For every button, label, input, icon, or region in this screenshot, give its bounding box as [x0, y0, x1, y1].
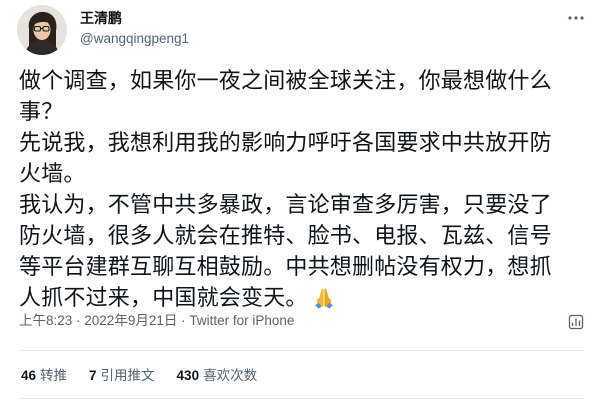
tweet-text-line: 先说我，我想利用我的影响力呼吁各国要求中共放开防	[19, 131, 552, 156]
tweet-text-line: 防火墙，很多人就会在推特、脸书、电报、瓦兹、信号	[19, 224, 552, 249]
tweet-stats: 46 转推 7 引用推文 430 喜欢次数	[21, 367, 279, 385]
tweet-meta: 上午8:23 · 2022年9月21日 · Twitter for iPhone	[19, 312, 294, 330]
retweets-count: 46	[21, 368, 37, 383]
tweet-text-line: 等平台建群互聊互相鼓励。中共想删帖没有权力，想抓	[19, 255, 552, 280]
tweet-text-line: 我认为，不管中共多暴政，言论审查多厉害，只要没了	[19, 193, 552, 218]
user-handle[interactable]: @wangqingpeng1	[80, 30, 189, 48]
avatar[interactable]	[17, 5, 67, 55]
tweet-text-line: 事？	[19, 100, 64, 125]
tweet-text-line: 做个调查，如果你一夜之间被全球关注，你最想做什么	[19, 69, 552, 94]
more-horizontal-icon[interactable]	[566, 8, 586, 28]
tweet-text-line: 火墙。	[19, 162, 86, 187]
tweet-text-line-content: 人抓不过来，中国就会变天。	[19, 286, 308, 311]
retweets-label: 转推	[40, 368, 68, 383]
divider	[19, 350, 585, 351]
likes-count: 430	[176, 368, 200, 383]
tweet-text: 做个调查，如果你一夜之间被全球关注，你最想做什么 事？ 先说我，我想利用我的影响…	[19, 66, 587, 318]
quote-tweets-stat[interactable]: 7 引用推文	[89, 367, 155, 385]
divider	[19, 398, 585, 399]
tweet-time[interactable]: 上午8:23	[19, 313, 72, 328]
folded-hands-emoji-icon	[312, 285, 336, 318]
quote-tweets-label: 引用推文	[100, 368, 155, 383]
quote-tweets-count: 7	[89, 368, 97, 383]
likes-label: 喜欢次数	[203, 368, 258, 383]
tweet-date[interactable]: 2022年9月21日	[84, 313, 177, 328]
likes-stat[interactable]: 430 喜欢次数	[177, 367, 258, 385]
retweets-stat[interactable]: 46 转推	[21, 367, 67, 385]
display-name[interactable]: 王清鹏	[80, 10, 122, 28]
meta-separator: ·	[72, 313, 85, 328]
meta-separator: ·	[177, 313, 190, 328]
analytics-icon[interactable]	[567, 313, 585, 331]
avatar-photo	[17, 5, 67, 55]
tweet-source[interactable]: Twitter for iPhone	[189, 313, 294, 328]
tweet-card: 王清鹏 @wangqingpeng1 做个调查，如果你一夜之间被全球关注，你最想…	[0, 0, 597, 403]
